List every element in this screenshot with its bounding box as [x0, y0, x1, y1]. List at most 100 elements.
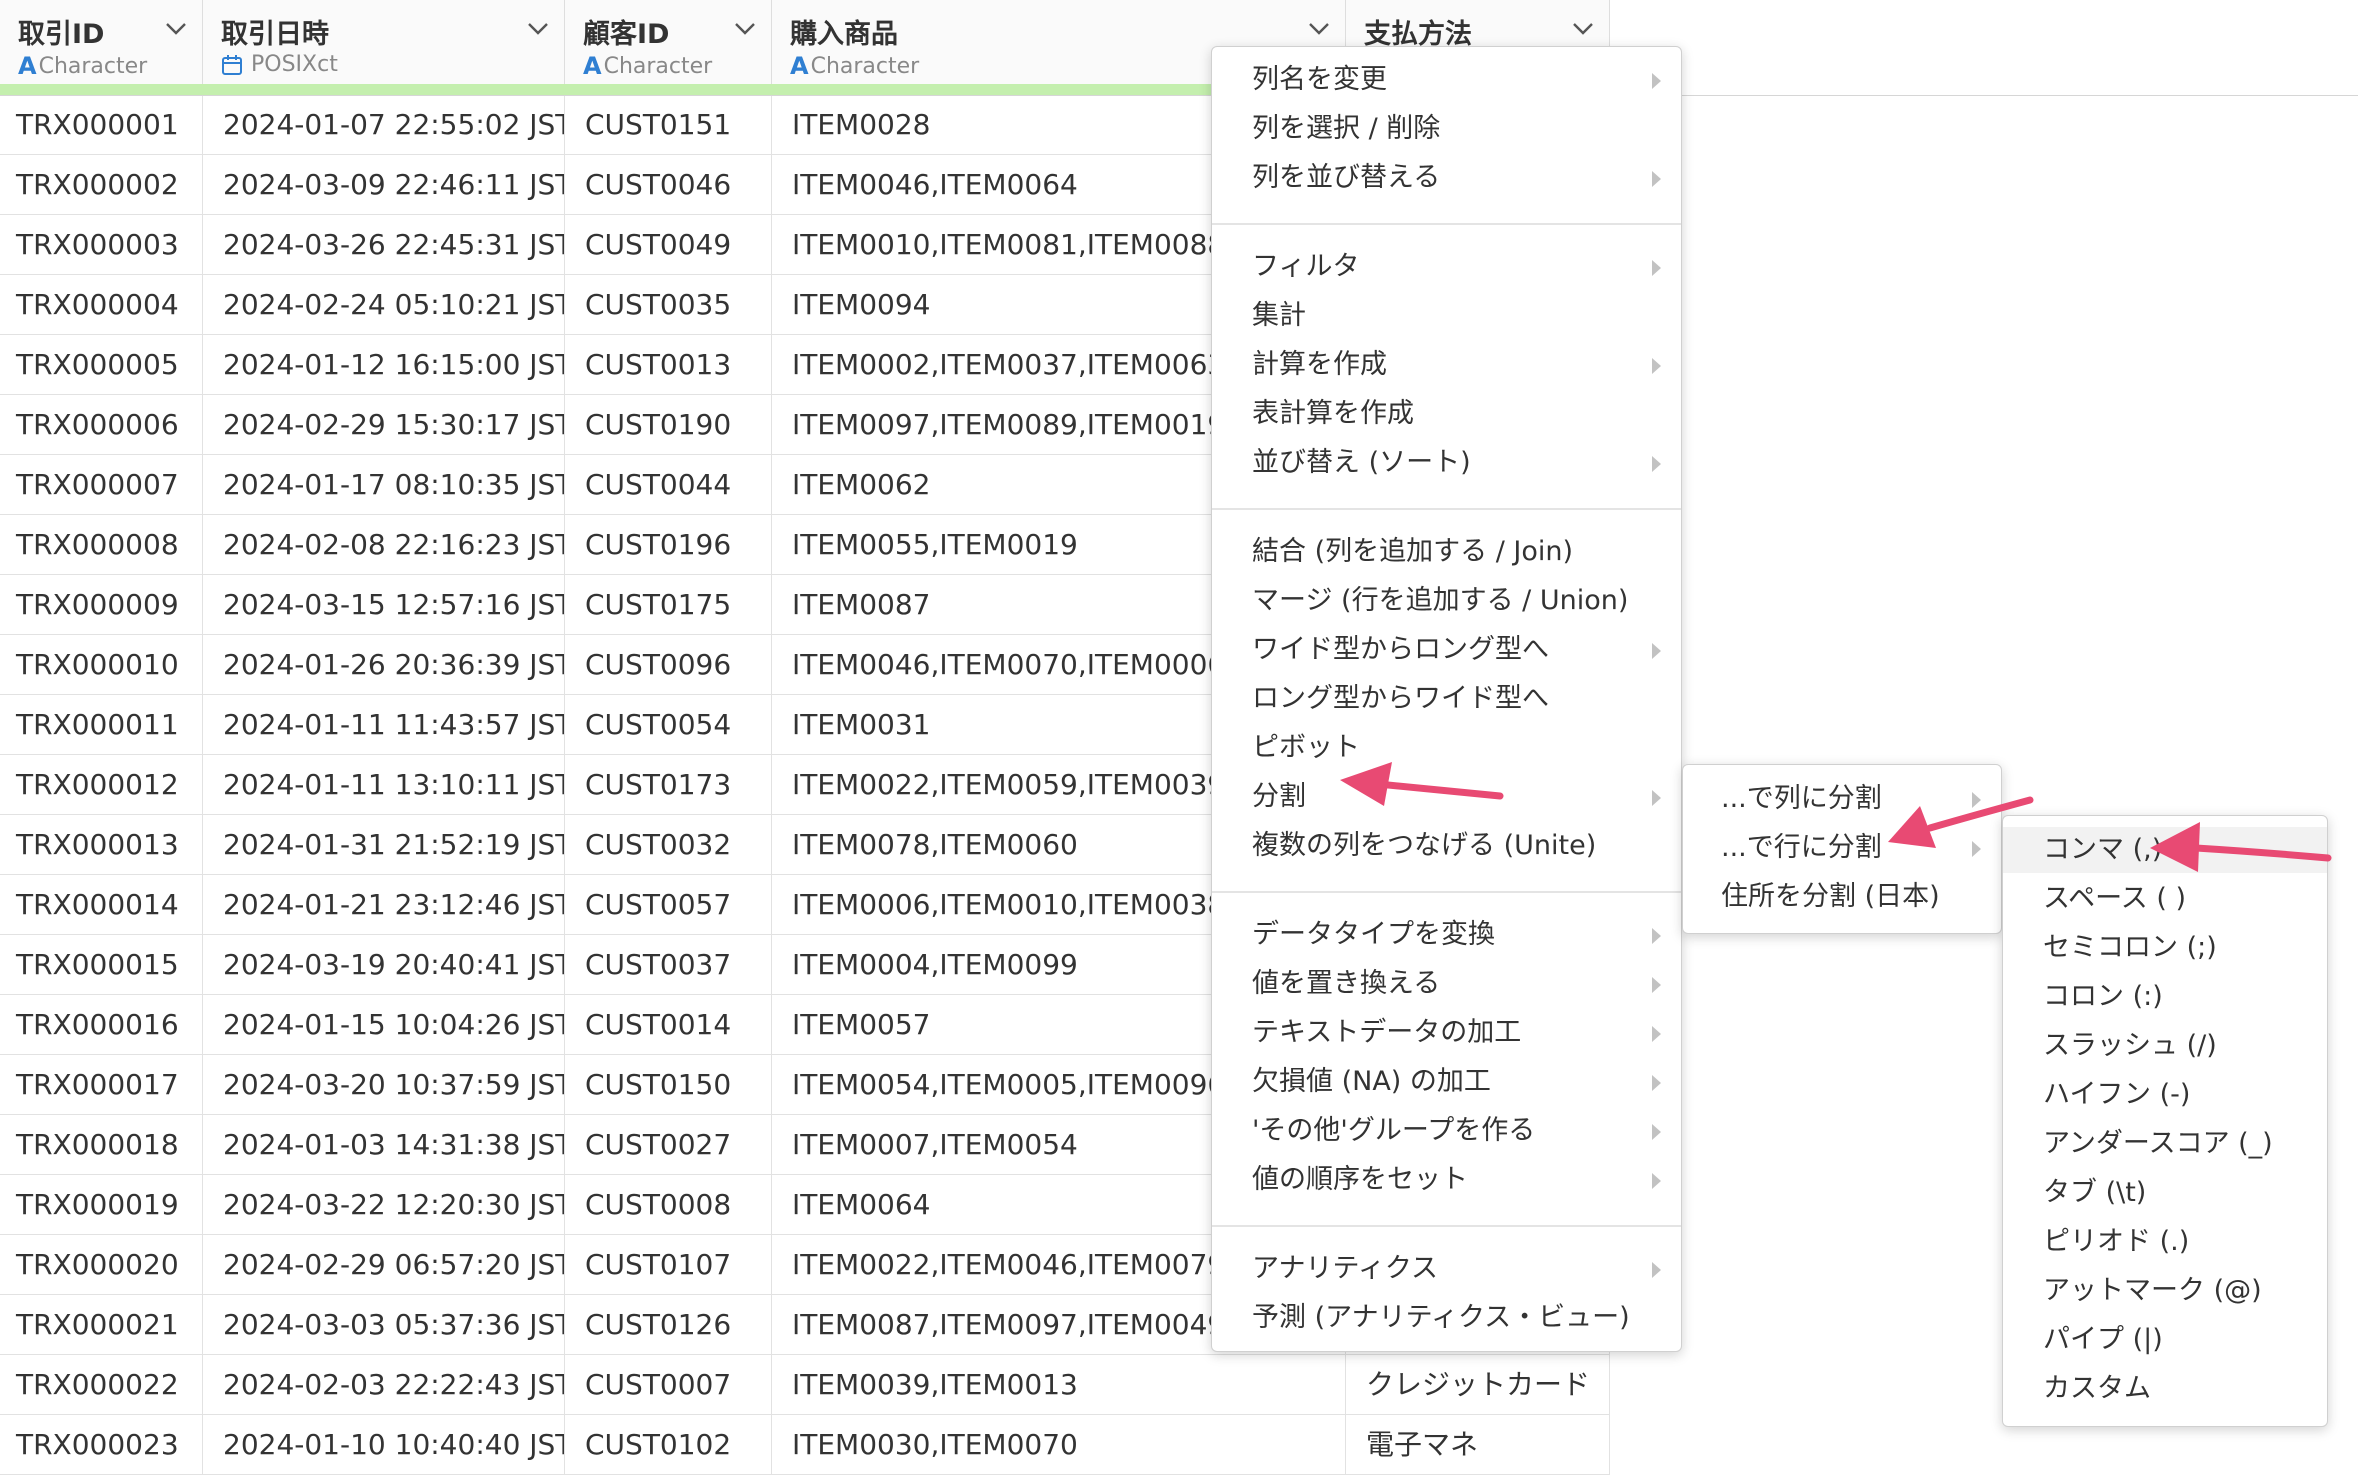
menu-item-label: テキストデータの加工 — [1252, 1017, 1522, 1048]
menu-item[interactable]: ロング型からワイド型へ — [1212, 676, 1681, 722]
transaction-datetime-cell: 2024-03-20 10:37:59 JST — [203, 1055, 565, 1115]
transaction-datetime-cell: 2024-03-22 12:20:30 JST — [203, 1175, 565, 1235]
transaction-id-cell: TRX000015 — [0, 935, 203, 995]
transaction-datetime-cell: 2024-03-26 22:45:31 JST — [203, 215, 565, 275]
customer-id-cell: CUST0150 — [565, 1055, 772, 1115]
delimiter-option[interactable]: パイプ (|) — [2003, 1317, 2327, 1363]
menu-item[interactable]: 列を選択 / 削除 — [1212, 106, 1681, 152]
menu-separator — [1212, 223, 1681, 225]
delimiter-option[interactable]: アンダースコア (_) — [2003, 1121, 2327, 1167]
transaction-id-cell: TRX000002 — [0, 155, 203, 215]
chevron-down-icon[interactable] — [164, 20, 188, 38]
menu-item[interactable]: 'その他'グループを作る — [1212, 1108, 1681, 1154]
menu-item-label: アットマーク (@) — [2043, 1275, 2262, 1306]
payment-method-cell: クレジットカード — [1346, 1355, 1610, 1415]
delimiter-option[interactable]: スラッシュ (/) — [2003, 1023, 2327, 1069]
menu-item[interactable]: 値を置き換える — [1212, 961, 1681, 1007]
menu-item[interactable]: 複数の列をつなげる (Unite) — [1212, 823, 1681, 869]
menu-item[interactable]: 並び替え (ソート) — [1212, 440, 1681, 486]
delimiter-option[interactable]: ハイフン (-) — [2003, 1072, 2327, 1118]
menu-separator — [1212, 508, 1681, 510]
menu-item[interactable]: 予測 (アナリティクス・ビュー) — [1212, 1295, 1681, 1341]
menu-item-label: ピボット — [1252, 732, 1360, 763]
split-menu-item[interactable]: 住所を分割 (日本) — [1683, 874, 2001, 920]
submenu-arrow-icon — [1652, 790, 1661, 806]
menu-item[interactable]: ワイド型からロング型へ — [1212, 627, 1681, 673]
menu-item-label: コンマ (,) — [2043, 834, 2163, 865]
split-menu-item[interactable]: ...で行に分割 — [1683, 825, 2001, 871]
menu-item[interactable]: 表計算を作成 — [1212, 391, 1681, 437]
delimiter-option[interactable]: ピリオド (.) — [2003, 1219, 2327, 1265]
transaction-id-cell: TRX000003 — [0, 215, 203, 275]
customer-id-cell: CUST0190 — [565, 395, 772, 455]
column-header[interactable]: 取引日時 POSIXct — [203, 0, 565, 84]
customer-id-cell: CUST0175 — [565, 575, 772, 635]
customer-id-cell: CUST0107 — [565, 1235, 772, 1295]
chevron-down-icon[interactable] — [526, 20, 550, 38]
customer-id-cell: CUST0126 — [565, 1295, 772, 1355]
split-menu-item[interactable]: ...で列に分割 — [1683, 776, 2001, 822]
submenu-arrow-icon — [1652, 1173, 1661, 1189]
menu-item[interactable]: 値の順序をセット — [1212, 1157, 1681, 1203]
menu-item-label: 列を選択 / 削除 — [1252, 113, 1441, 144]
transaction-datetime-cell: 2024-02-29 06:57:20 JST — [203, 1235, 565, 1295]
menu-item[interactable]: 列を並び替える — [1212, 155, 1681, 201]
character-icon: A — [790, 52, 809, 80]
delimiter-option[interactable]: セミコロン (;) — [2003, 925, 2327, 971]
transaction-id-cell: TRX000012 — [0, 755, 203, 815]
submenu-arrow-icon — [1652, 456, 1661, 472]
chevron-down-icon[interactable] — [1571, 20, 1595, 38]
transaction-datetime-cell: 2024-01-15 10:04:26 JST — [203, 995, 565, 1055]
customer-id-cell: CUST0049 — [565, 215, 772, 275]
delimiter-option[interactable]: タブ (\t) — [2003, 1170, 2327, 1216]
menu-separator — [1212, 891, 1681, 893]
customer-id-cell: CUST0027 — [565, 1115, 772, 1175]
transaction-id-cell: TRX000016 — [0, 995, 203, 1055]
menu-item-label: 計算を作成 — [1252, 349, 1387, 380]
delimiter-option[interactable]: スペース ( ) — [2003, 876, 2327, 922]
menu-item[interactable]: アナリティクス — [1212, 1246, 1681, 1292]
delimiter-option[interactable]: コロン (:) — [2003, 974, 2327, 1020]
customer-id-cell: CUST0096 — [565, 635, 772, 695]
menu-item[interactable]: 結合 (列を追加する / Join) — [1212, 529, 1681, 575]
transaction-datetime-cell: 2024-02-03 22:22:43 JST — [203, 1355, 565, 1415]
chevron-down-icon[interactable] — [733, 20, 757, 38]
transaction-datetime-cell: 2024-01-10 10:40:40 JST — [203, 1415, 565, 1475]
transaction-id-cell: TRX000007 — [0, 455, 203, 515]
menu-item[interactable]: テキストデータの加工 — [1212, 1010, 1681, 1056]
transaction-id-cell: TRX000001 — [0, 95, 203, 155]
column-type: POSIXct — [221, 52, 338, 77]
transaction-id-cell: TRX000006 — [0, 395, 203, 455]
transaction-datetime-cell: 2024-03-09 22:46:11 JST — [203, 155, 565, 215]
transaction-datetime-cell: 2024-01-03 14:31:38 JST — [203, 1115, 565, 1175]
menu-item[interactable]: フィルタ — [1212, 244, 1681, 290]
menu-item-label: ロング型からワイド型へ — [1252, 683, 1549, 714]
transaction-id-cell: TRX000020 — [0, 1235, 203, 1295]
menu-item[interactable]: 列名を変更 — [1212, 57, 1681, 103]
customer-id-cell: CUST0057 — [565, 875, 772, 935]
delimiter-option[interactable]: カスタム — [2003, 1366, 2327, 1412]
menu-item[interactable]: 集計 — [1212, 293, 1681, 339]
column-type: A Character — [790, 52, 919, 80]
menu-item[interactable]: ピボット — [1212, 725, 1681, 771]
delimiter-option[interactable]: アットマーク (@) — [2003, 1268, 2327, 1314]
chevron-down-icon[interactable] — [1307, 20, 1331, 38]
transaction-datetime-cell: 2024-01-12 16:15:00 JST — [203, 335, 565, 395]
menu-item[interactable]: マージ (行を追加する / Union) — [1212, 578, 1681, 624]
column-name: 顧客ID — [583, 19, 670, 50]
menu-item[interactable]: データタイプを変換 — [1212, 912, 1681, 958]
menu-item-label: 値の順序をセット — [1252, 1164, 1468, 1195]
purchased-items-cell: ITEM0030,ITEM0070 — [772, 1415, 1346, 1475]
menu-item[interactable]: 計算を作成 — [1212, 342, 1681, 388]
delimiter-option[interactable]: コンマ (,) — [2003, 827, 2327, 873]
menu-item-label: コロン (:) — [2043, 981, 2163, 1012]
menu-item-label: パイプ (|) — [2043, 1324, 2163, 1355]
menu-item[interactable]: 分割 — [1212, 774, 1681, 820]
menu-item[interactable]: 欠損値 (NA) の加工 — [1212, 1059, 1681, 1105]
transaction-id-cell: TRX000014 — [0, 875, 203, 935]
transaction-id-cell: TRX000005 — [0, 335, 203, 395]
column-header[interactable]: 顧客ID A Character — [565, 0, 772, 84]
customer-id-cell: CUST0173 — [565, 755, 772, 815]
transaction-id-cell: TRX000017 — [0, 1055, 203, 1115]
column-header[interactable]: 取引ID A Character — [0, 0, 203, 84]
